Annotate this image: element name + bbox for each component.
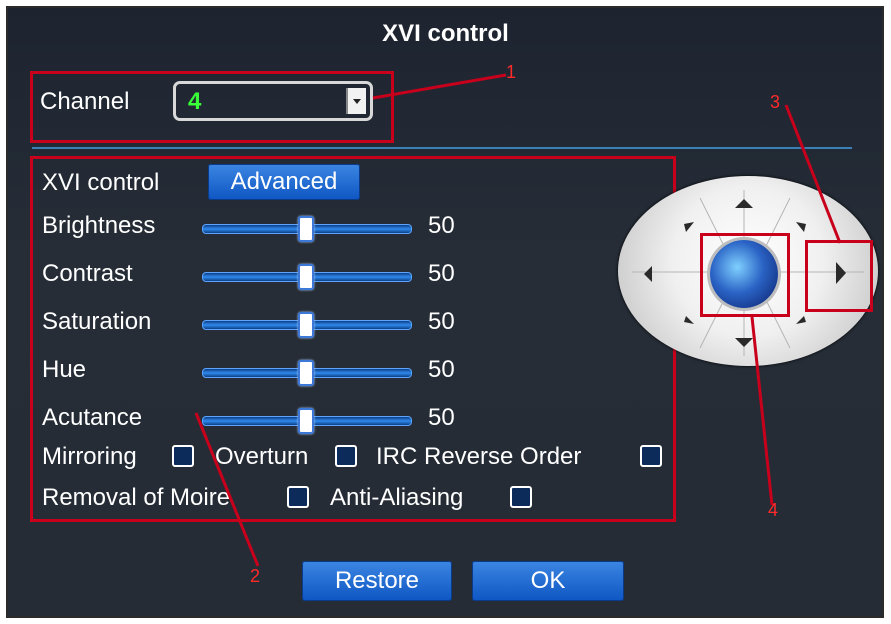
annotation-3: 3: [770, 92, 781, 112]
annotation-2: 2: [250, 566, 261, 586]
restore-button[interactable]: Restore: [302, 561, 452, 601]
annotation-leaders: [194, 73, 842, 567]
annotation-4: 4: [768, 500, 779, 520]
ok-button[interactable]: OK: [472, 561, 624, 601]
annotation-1: 1: [506, 62, 517, 82]
